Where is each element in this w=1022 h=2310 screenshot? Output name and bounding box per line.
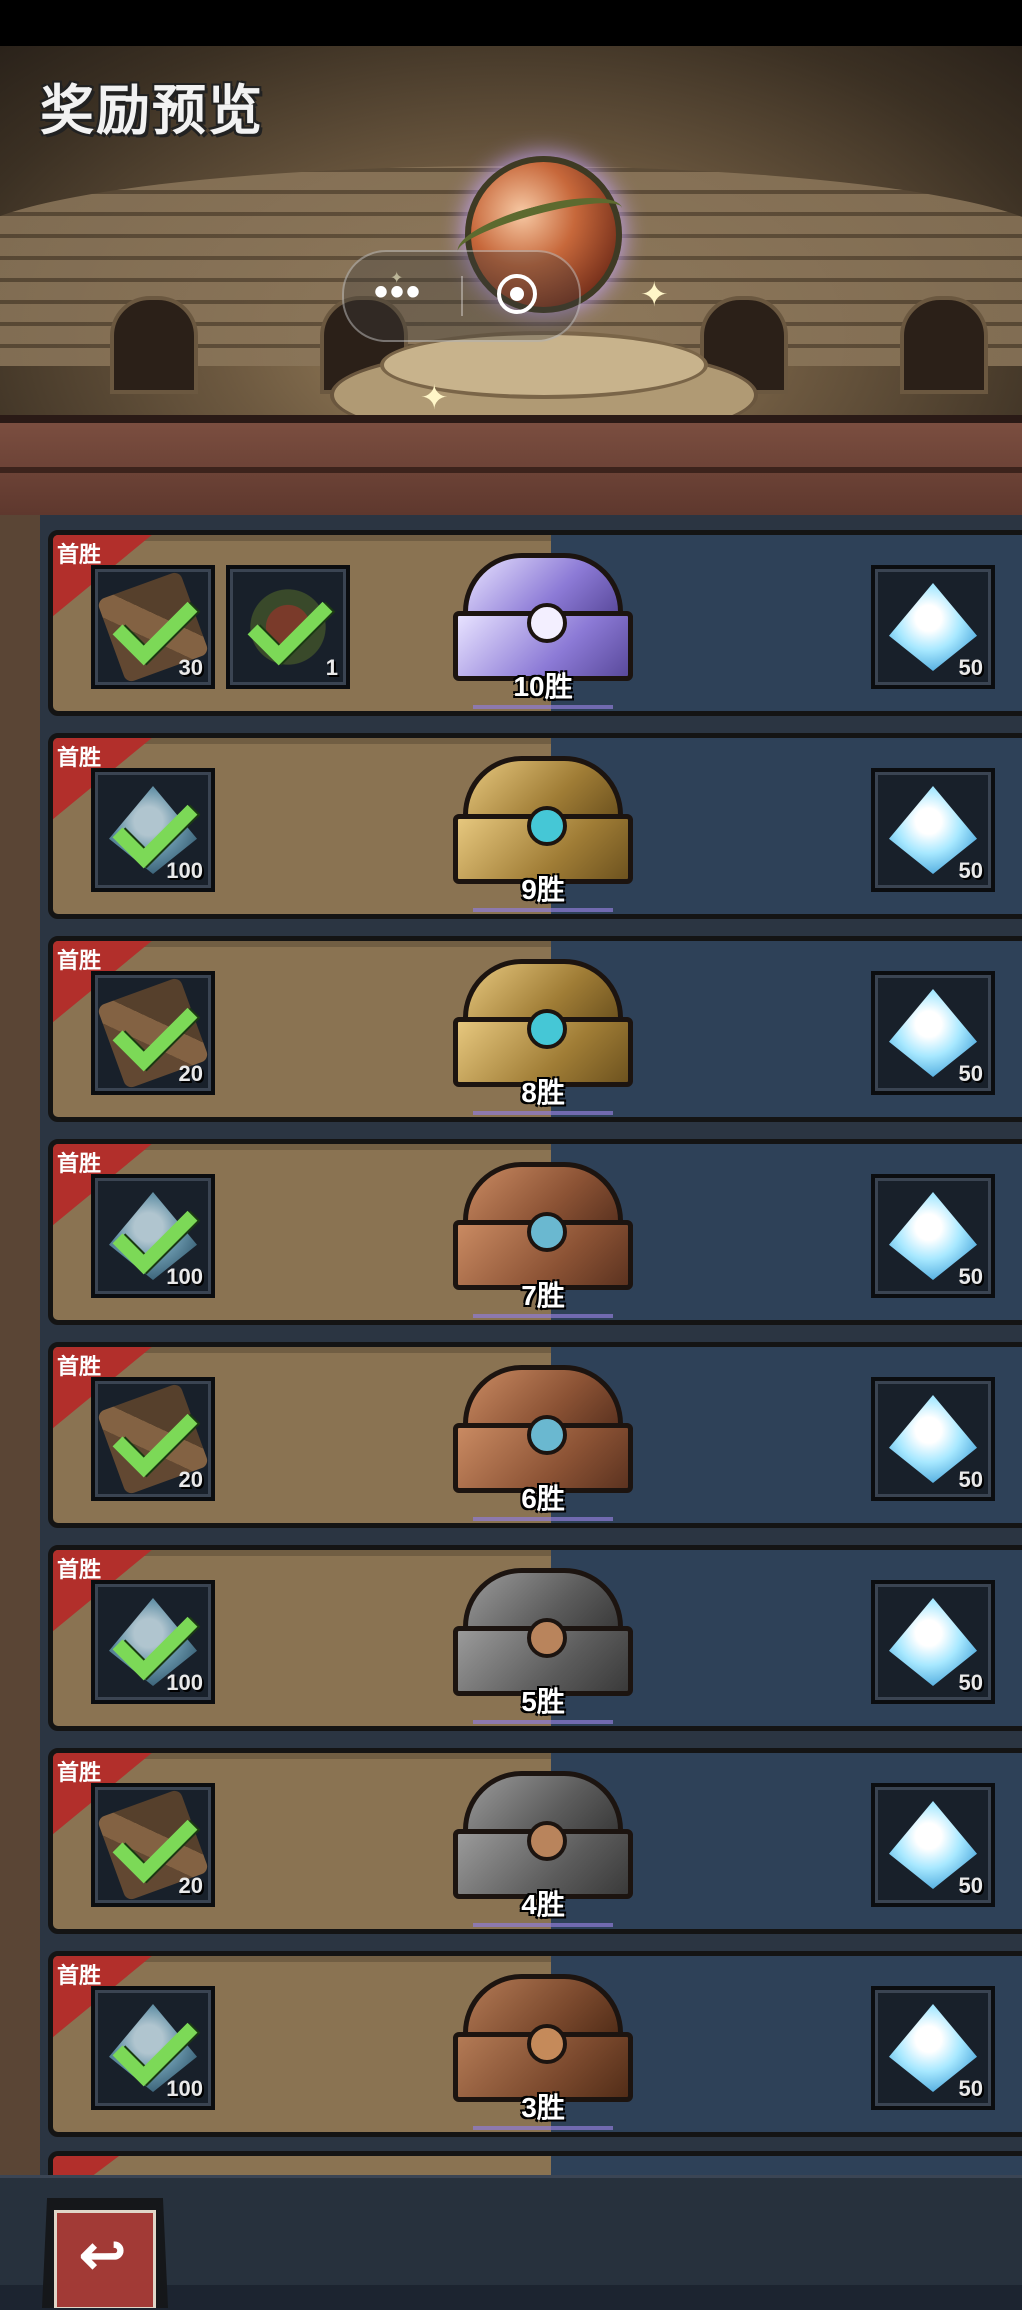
win-count-label: 9胜 xyxy=(521,874,565,905)
first-win-item-slot[interactable]: 100 xyxy=(91,1580,215,1704)
item-count: 30 xyxy=(178,655,203,680)
item-count: 100 xyxy=(166,2076,203,2101)
win-count-label: 7胜 xyxy=(521,1280,565,1311)
close-mini-program-icon[interactable] xyxy=(497,274,537,314)
wooden-divider xyxy=(0,415,1022,531)
checkmark-icon xyxy=(112,2001,198,2087)
item-count: 20 xyxy=(178,1061,203,1086)
chest-lock xyxy=(527,603,567,643)
win-count-label: 10胜 xyxy=(513,671,573,702)
win-label-underline xyxy=(473,908,613,912)
reward-item-slot[interactable]: 50 xyxy=(871,565,995,689)
win-count-label: 8胜 xyxy=(521,1077,565,1108)
treasure-chest-icon[interactable] xyxy=(453,959,633,1089)
win-label-underline xyxy=(473,2126,613,2130)
reward-row: 首胜 100 5胜 50 xyxy=(48,1545,1022,1731)
chest-lock xyxy=(527,1212,567,1252)
win-label-underline xyxy=(473,705,613,709)
win-count-label: 5胜 xyxy=(521,1686,565,1717)
item-count: 50 xyxy=(958,1670,983,1695)
page-title: 奖励预览 xyxy=(40,81,264,141)
list-left-border xyxy=(0,515,40,2175)
checkmark-icon xyxy=(112,1595,198,1681)
item-count: 100 xyxy=(166,858,203,883)
chest-lock xyxy=(527,1415,567,1455)
win-count-label: 4胜 xyxy=(521,1889,565,1920)
reward-item-slot[interactable]: 50 xyxy=(871,1377,995,1501)
back-button[interactable]: ↩ xyxy=(42,2198,168,2308)
back-arrow-icon: ↩ xyxy=(79,2223,126,2286)
reward-row: 首胜 20 4胜 50 xyxy=(48,1748,1022,1934)
item-count: 100 xyxy=(166,1670,203,1695)
back-button-face: ↩ xyxy=(54,2210,156,2308)
reward-row: 首胜 100 7胜 50 xyxy=(48,1139,1022,1325)
treasure-chest-icon[interactable] xyxy=(453,553,633,683)
chest-lock xyxy=(527,1618,567,1658)
item-count: 1 xyxy=(325,655,338,680)
item-count: 20 xyxy=(178,1873,203,1898)
reward-item-slot[interactable]: 50 xyxy=(871,1174,995,1298)
item-count: 20 xyxy=(178,1467,203,1492)
treasure-chest-icon[interactable] xyxy=(453,756,633,886)
win-label-underline xyxy=(473,1314,613,1318)
reward-item-slot[interactable]: 50 xyxy=(871,971,995,1095)
item-count: 50 xyxy=(958,1467,983,1492)
first-win-item-slot[interactable]: 1 xyxy=(226,565,350,689)
reward-item-slot[interactable]: 50 xyxy=(871,1986,995,2110)
chest-lock xyxy=(527,1009,567,1049)
reward-row: 首胜 20 8胜 50 xyxy=(48,936,1022,1122)
sparkle-icon: ✦ xyxy=(640,276,669,314)
first-win-item-slot[interactable]: 30 xyxy=(91,565,215,689)
treasure-chest-icon[interactable] xyxy=(453,1162,633,1292)
win-count-label: 6胜 xyxy=(521,1483,565,1514)
item-count: 50 xyxy=(958,2076,983,2101)
arena-arch xyxy=(900,296,988,394)
treasure-chest-icon[interactable] xyxy=(453,1568,633,1698)
chest-lock xyxy=(527,806,567,846)
treasure-chest-icon[interactable] xyxy=(453,1974,633,2104)
chest-lock xyxy=(527,1821,567,1861)
treasure-chest-icon[interactable] xyxy=(453,1771,633,1901)
reward-row: 首胜 20 6胜 50 xyxy=(48,1342,1022,1528)
win-label-underline xyxy=(473,1720,613,1724)
sparkle-icon: ✦ xyxy=(420,379,449,417)
item-count: 50 xyxy=(958,1264,983,1289)
reward-row: 首胜 100 9胜 50 xyxy=(48,733,1022,919)
item-count: 50 xyxy=(958,655,983,680)
first-win-item-slot[interactable]: 100 xyxy=(91,1986,215,2110)
win-label-underline xyxy=(473,1517,613,1521)
arena-arch xyxy=(110,296,198,394)
checkmark-icon xyxy=(112,1189,198,1275)
reward-row: 首胜 100 3胜 50 xyxy=(48,1951,1022,2137)
status-bar xyxy=(0,0,1022,46)
reward-item-slot[interactable]: 50 xyxy=(871,768,995,892)
win-label-underline xyxy=(473,1923,613,1927)
item-count: 50 xyxy=(958,1061,983,1086)
item-count: 100 xyxy=(166,1264,203,1289)
win-label-underline xyxy=(473,1111,613,1115)
win-count-label: 3胜 xyxy=(521,2092,565,2123)
reward-row: 首胜 30 1 10胜 50 xyxy=(48,530,1022,716)
chest-lock xyxy=(527,2024,567,2064)
first-win-item-slot[interactable]: 100 xyxy=(91,1174,215,1298)
item-count: 50 xyxy=(958,1873,983,1898)
checkmark-icon xyxy=(112,783,198,869)
first-win-item-slot[interactable]: 20 xyxy=(91,1783,215,1907)
reward-item-slot[interactable]: 50 xyxy=(871,1783,995,1907)
treasure-chest-icon[interactable] xyxy=(453,1365,633,1495)
bottom-bar: ↩ xyxy=(0,2175,1022,2308)
item-count: 50 xyxy=(958,858,983,883)
first-win-item-slot[interactable]: 20 xyxy=(91,971,215,1095)
capsule-divider xyxy=(461,276,463,316)
first-win-item-slot[interactable]: 20 xyxy=(91,1377,215,1501)
more-menu-button[interactable]: ••• xyxy=(374,252,422,340)
reward-item-slot[interactable]: 50 xyxy=(871,1580,995,1704)
first-win-item-slot[interactable]: 100 xyxy=(91,768,215,892)
mini-program-capsule: ••• xyxy=(342,250,581,342)
